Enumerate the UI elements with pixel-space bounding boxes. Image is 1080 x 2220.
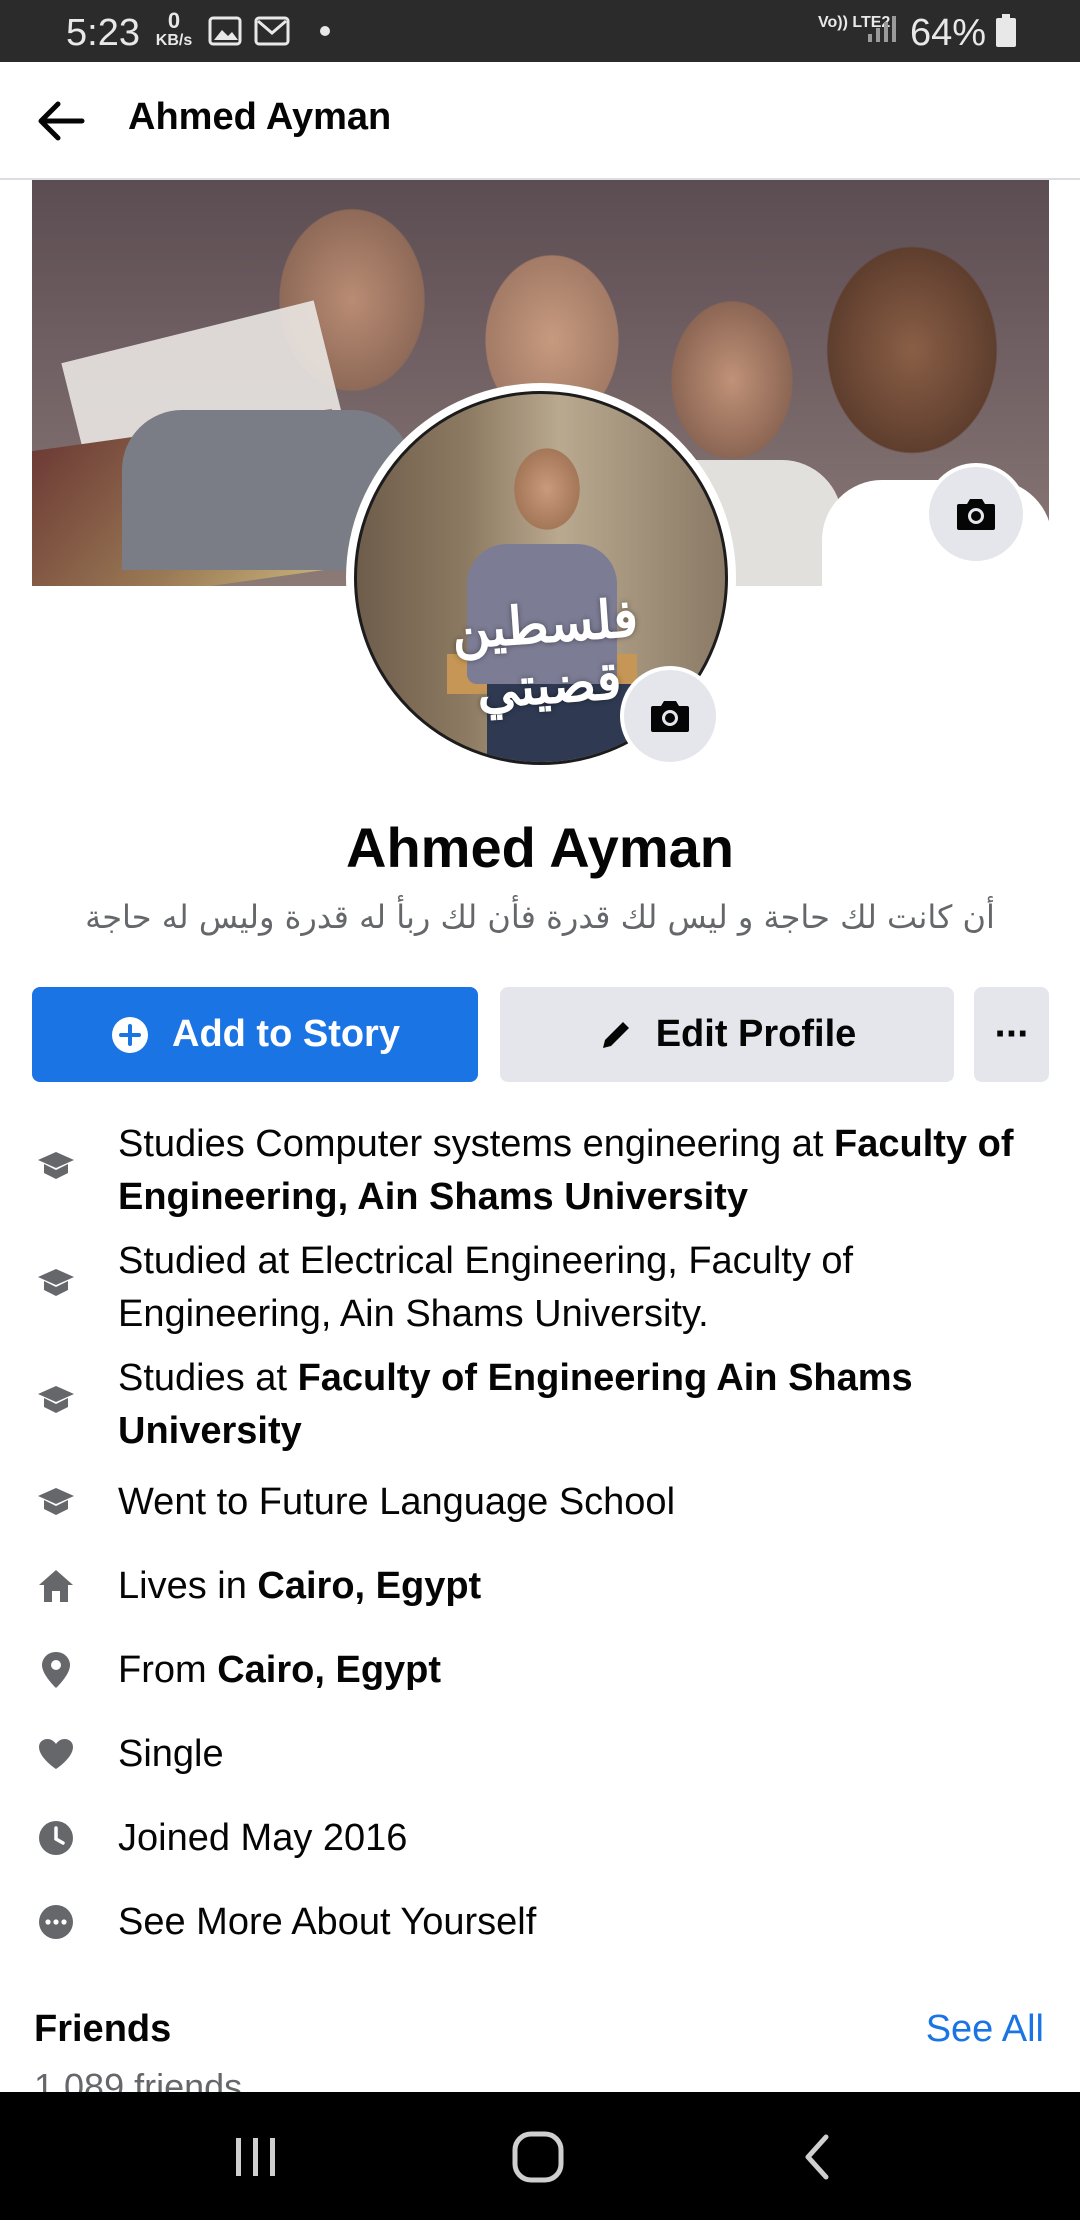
edit-profile-label: Edit Profile <box>655 1013 857 1055</box>
detail-text: See More About Yourself <box>118 1901 537 1943</box>
battery-icon <box>995 14 1017 53</box>
edit-cover-photo-button[interactable] <box>925 463 1027 565</box>
more-options-button[interactable]: ··· <box>974 987 1049 1082</box>
home-icon <box>34 1564 78 1608</box>
more-circle-icon <box>34 1900 78 1944</box>
detail-text: From Cairo, Egypt <box>118 1649 442 1691</box>
gmail-icon <box>254 16 290 51</box>
camera-icon <box>651 701 689 732</box>
app-header: Ahmed Ayman <box>0 62 1080 180</box>
heart-icon <box>34 1732 78 1776</box>
profile-name: Ahmed Ayman <box>346 816 734 879</box>
detail-text: Joined May 2016 <box>118 1817 408 1859</box>
data-rate-unit: KB/s <box>155 32 193 49</box>
chevron-left-icon <box>805 2134 829 2180</box>
pencil-icon <box>598 1017 634 1053</box>
graduation-cap-icon <box>34 1144 78 1188</box>
recent-apps-icon <box>236 2138 275 2176</box>
status-time: 5:23 <box>66 12 140 54</box>
friends-title: Friends <box>34 2008 172 2050</box>
plus-circle-icon <box>110 1015 150 1055</box>
home-button[interactable] <box>498 2122 578 2192</box>
detail-text: Single <box>118 1733 224 1775</box>
detail-text: Studies at Faculty of Engineering Ain Sh… <box>118 1357 913 1452</box>
battery-percentage: 64% <box>910 12 987 54</box>
graduation-cap-icon <box>34 1480 78 1524</box>
detail-text: Studies Computer systems engineering at … <box>118 1123 1014 1218</box>
graduation-cap-icon <box>34 1378 78 1422</box>
add-to-story-button[interactable]: Add to Story <box>32 987 478 1082</box>
arrow-left-icon <box>38 101 85 141</box>
clock-icon <box>34 1816 78 1860</box>
header-title: Ahmed Ayman <box>128 96 392 138</box>
signal-icon <box>866 14 896 49</box>
notification-dot-icon <box>320 26 330 36</box>
data-rate-indicator: 0 KB/s <box>154 10 194 50</box>
back-button[interactable] <box>34 96 90 146</box>
status-bar: 5:23 0 KB/s Vo)) LTE2 64% <box>0 0 1080 62</box>
back-nav-button[interactable] <box>778 2122 858 2192</box>
gallery-icon <box>208 16 242 51</box>
detail-text: Went to Future Language School <box>118 1481 676 1523</box>
edit-profile-picture-button[interactable] <box>620 666 720 766</box>
add-to-story-label: Add to Story <box>172 1013 400 1055</box>
detail-text: Lives in Cairo, Egypt <box>118 1565 482 1607</box>
camera-icon <box>957 499 995 530</box>
friends-see-all-link[interactable]: See All <box>926 2008 1044 2051</box>
data-rate-value: 0 <box>167 8 181 33</box>
profile-bio: أن كانت لك حاجة و ليس لك قدرة فأن لك ربأ… <box>85 898 995 936</box>
system-navigation-bar <box>0 2092 1080 2220</box>
detail-text: Studied at Electrical Engineering, Facul… <box>118 1240 854 1335</box>
edit-profile-button[interactable]: Edit Profile <box>500 987 954 1082</box>
graduation-cap-icon <box>34 1261 78 1305</box>
more-options-label: ··· <box>994 1012 1031 1056</box>
recent-apps-button[interactable] <box>216 2122 296 2192</box>
location-pin-icon <box>34 1648 78 1692</box>
home-circle-icon <box>512 2131 564 2183</box>
